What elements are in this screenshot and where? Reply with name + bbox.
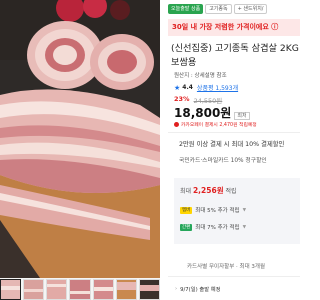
card-benefit[interactable]: 2만원 이상 결제 시 최대 10% 결제할인 국민카드·스마일카드 10% 청…	[179, 139, 300, 164]
thumbnail[interactable]	[138, 279, 160, 300]
review-link[interactable]: 상품평 1,593개	[197, 83, 238, 92]
thumbnail[interactable]	[69, 279, 91, 300]
store-badge[interactable]: 고기종독	[205, 4, 232, 14]
points-row-easypay[interactable]: 간편 최대 7% 추가 적립 ▼	[180, 223, 246, 231]
thumbnail[interactable]	[92, 279, 114, 300]
shipping-row[interactable]: › 9/7(일) 출발 예정	[175, 285, 221, 293]
shipping-date: 9/7(일) 출발 예정	[180, 287, 221, 293]
chevron-right-icon: ›	[175, 286, 178, 292]
pay-reward-notice: 카카오페이 결제시 2,470원 적립예정	[174, 121, 257, 128]
star-icon: ★	[174, 83, 181, 92]
points-row-text: 최대 5% 추가 적립	[195, 208, 240, 214]
divider	[168, 132, 300, 133]
category-badge[interactable]: + 샌드위치/	[233, 4, 268, 14]
chevron-down-icon: ▼	[242, 207, 247, 213]
card-benefit-line2: 국민카드·스마일카드 10% 청구할인	[179, 158, 267, 164]
product-image[interactable]	[0, 0, 160, 278]
origin-text: 원산지 : 상세설명 참조	[174, 73, 227, 79]
fast-shipping-badge: 오늘출발 상품	[168, 4, 204, 14]
membership-chip: 멤버	[180, 206, 193, 214]
sale-price: 18,800원	[174, 106, 232, 120]
product-gallery[interactable]	[0, 0, 160, 300]
thumbnail[interactable]	[23, 279, 45, 300]
product-title: (신선집중) 고기종독 삼겹살 2KG 보쌈용	[171, 42, 300, 70]
divider	[168, 276, 300, 277]
points-total: 최대 2,256원 적립	[180, 185, 237, 196]
product-title-line2: 보쌈용	[171, 57, 197, 68]
pay-icon	[174, 122, 179, 127]
lowest-price-banner: 30일 내 가장 저렴한 가격이에요 ⓘ	[168, 19, 300, 36]
thumbnail[interactable]	[46, 279, 68, 300]
points-box: 최대 2,256원 적립 멤버 최대 5% 추가 적립 ▼ 간편 최대 7% 추…	[174, 178, 300, 244]
chevron-down-icon: ▼	[242, 224, 247, 230]
thumbnail[interactable]	[115, 279, 137, 300]
price-row: 18,800원 최저	[174, 104, 250, 121]
points-suffix: 적립	[225, 188, 237, 195]
price-tag: 최저	[234, 112, 250, 120]
product-info-panel: 오늘출발 상품 고기종독 + 샌드위치/ 30일 내 가장 저렴한 가격이에요 …	[165, 0, 300, 300]
rating-score: 4.4	[182, 84, 193, 91]
rating-row: ★ 4.4 상품평 1,593개	[174, 83, 238, 93]
points-amount: 2,256원	[192, 186, 224, 195]
points-row-text: 최대 7% 추가 적립	[195, 225, 240, 231]
card-benefit-line1: 2만원 이상 결제 시 최대 10% 결제할인	[179, 141, 285, 148]
thumbnail-strip	[0, 278, 160, 300]
product-title-line1: (신선집중) 고기종독 삼겹살 2KG	[171, 43, 299, 54]
badge-row: 오늘출발 상품 고기종독 + 샌드위치/	[168, 4, 268, 14]
thumbnail[interactable]	[0, 279, 22, 300]
installment-text[interactable]: 카드사별 무이자할부 · 최대 3개월	[187, 262, 265, 270]
points-row-membership[interactable]: 멤버 최대 5% 추가 적립 ▼	[180, 206, 246, 214]
pay-reward-text: 카카오페이 결제시 2,470원 적립예정	[181, 123, 257, 128]
easypay-chip: 간편	[180, 223, 193, 231]
points-prefix: 최대	[180, 188, 192, 195]
